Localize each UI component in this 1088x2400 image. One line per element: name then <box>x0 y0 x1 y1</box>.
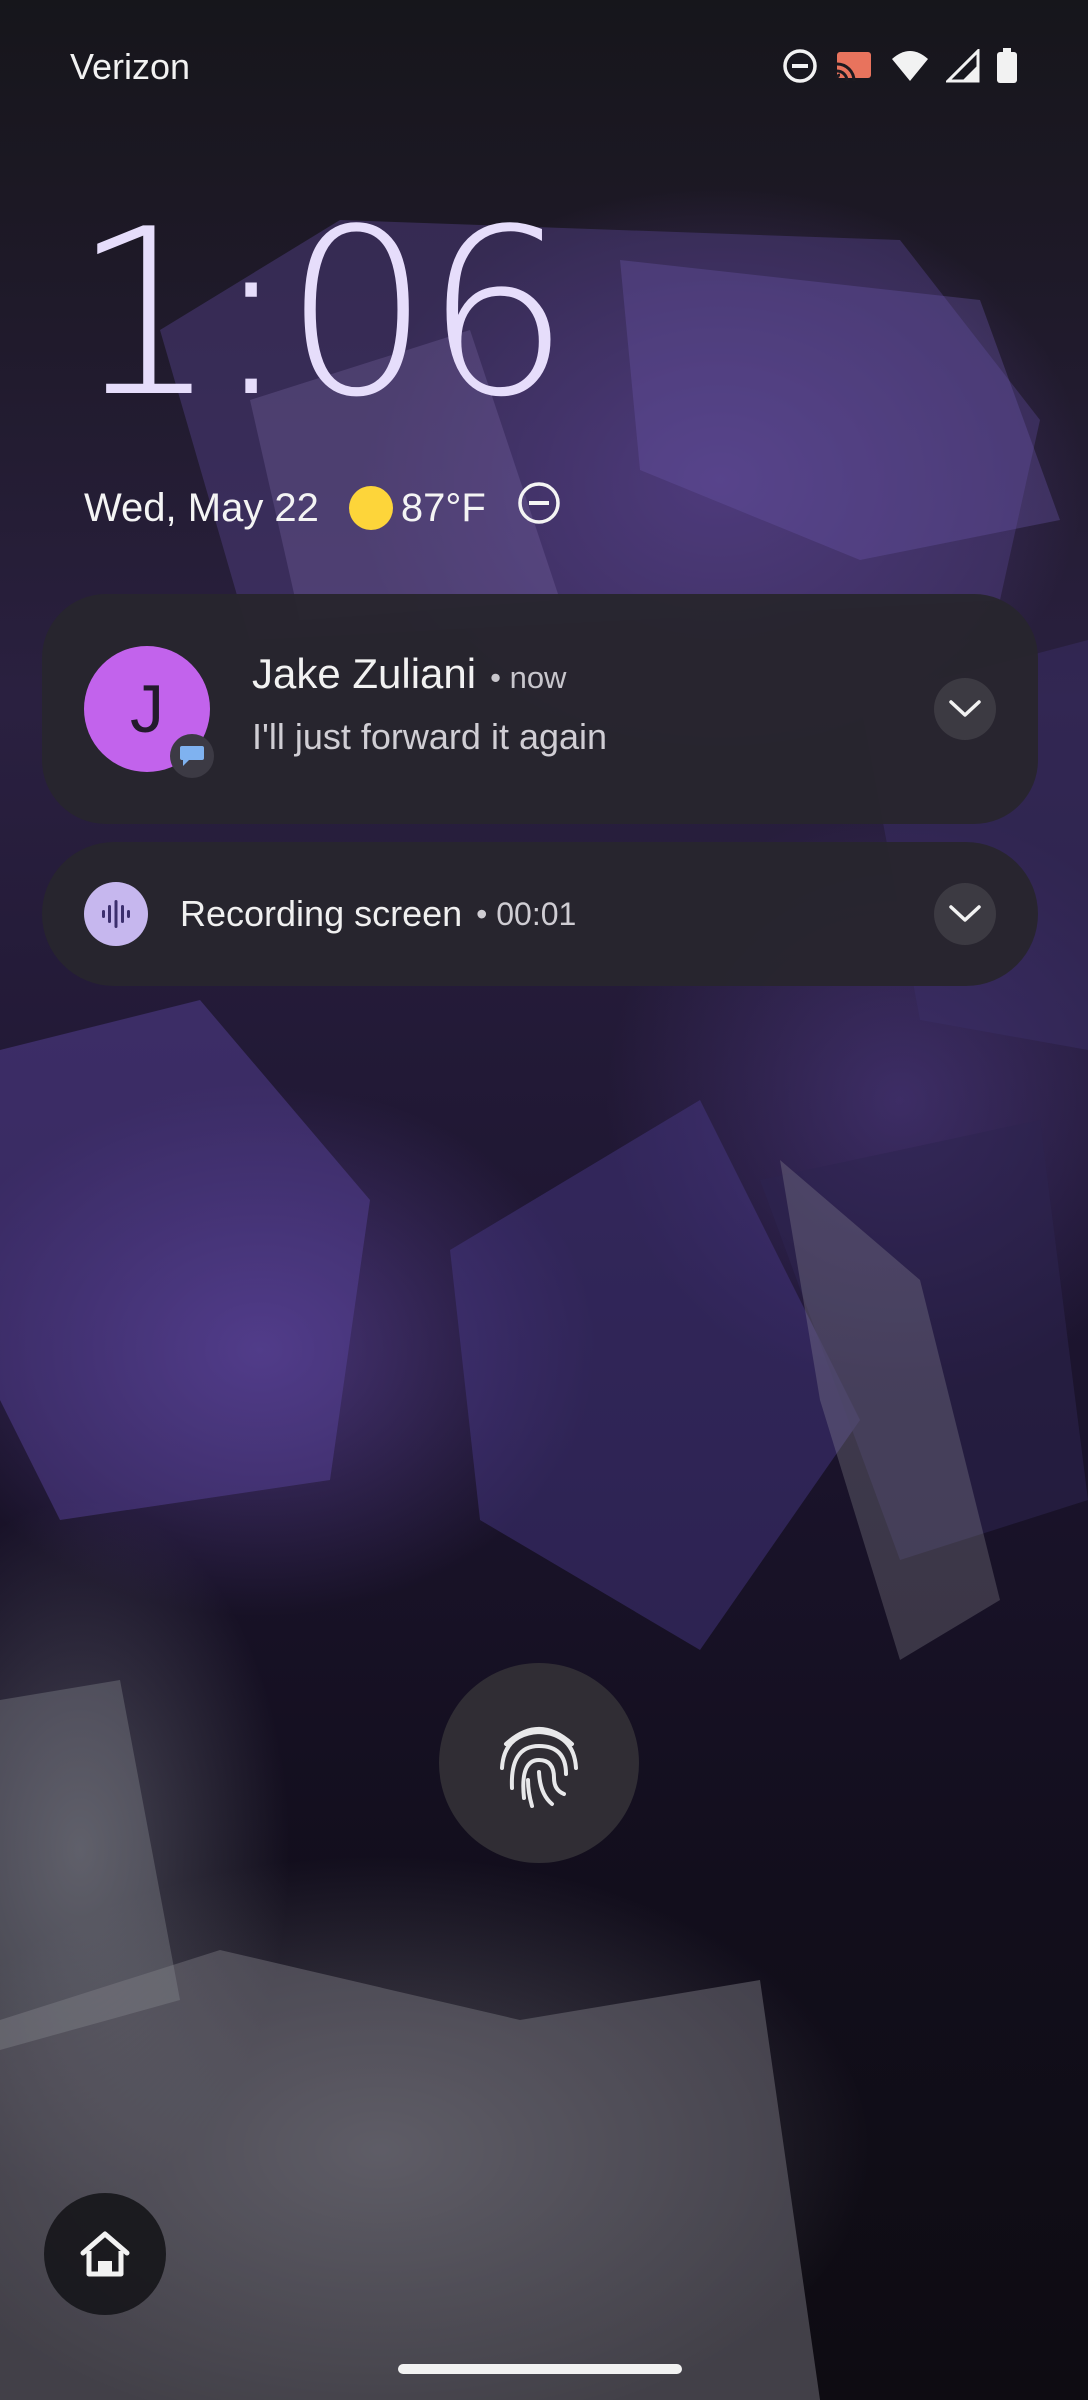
do-not-disturb-icon <box>782 48 818 84</box>
message-notification[interactable]: J Jake Zuliani • now I'll just forward i… <box>42 594 1038 824</box>
chevron-down-icon <box>949 700 981 717</box>
navigation-handle[interactable] <box>398 2364 682 2374</box>
battery-icon <box>996 48 1018 84</box>
cell-signal-icon <box>946 49 980 83</box>
sun-icon <box>348 486 393 530</box>
fingerprint-icon <box>500 1727 578 1808</box>
notification-time: • now <box>490 660 567 695</box>
home-icon <box>80 2231 130 2277</box>
weather-temp: 87°F <box>400 485 486 530</box>
chevron-down-icon <box>949 905 981 922</box>
recording-title: Recording screen <box>180 893 463 934</box>
weather[interactable]: 87°F <box>348 485 486 531</box>
expand-button[interactable] <box>934 678 996 740</box>
date-weather-row: Wed, May 22 87°F <box>84 478 562 538</box>
message-text: I'll just forward it again <box>252 716 608 757</box>
cast-icon <box>834 49 874 83</box>
lockscreen-clock: 1:06 <box>72 181 570 448</box>
wifi-icon <box>890 49 930 83</box>
date-label: Wed, May 22 <box>84 485 319 530</box>
message-content: Jake Zuliani • now I'll just forward it … <box>252 650 607 758</box>
status-bar: Verizon <box>0 0 1088 134</box>
recording-duration: • 00:01 <box>476 895 577 932</box>
fingerprint-button[interactable] <box>439 1663 639 1863</box>
status-icons <box>782 48 1018 84</box>
sender-name: Jake Zuliani <box>252 650 477 697</box>
sound-wave-icon <box>84 882 148 946</box>
do-not-disturb-icon <box>516 480 562 536</box>
carrier-name: Verizon <box>70 46 191 87</box>
expand-button[interactable] <box>934 883 996 945</box>
home-button[interactable] <box>44 2193 166 2315</box>
recording-content: Recording screen • 00:01 <box>180 842 576 986</box>
messages-icon <box>170 734 214 778</box>
recording-notification[interactable]: Recording screen • 00:01 <box>42 842 1038 986</box>
avatar-letter: J <box>130 671 164 747</box>
